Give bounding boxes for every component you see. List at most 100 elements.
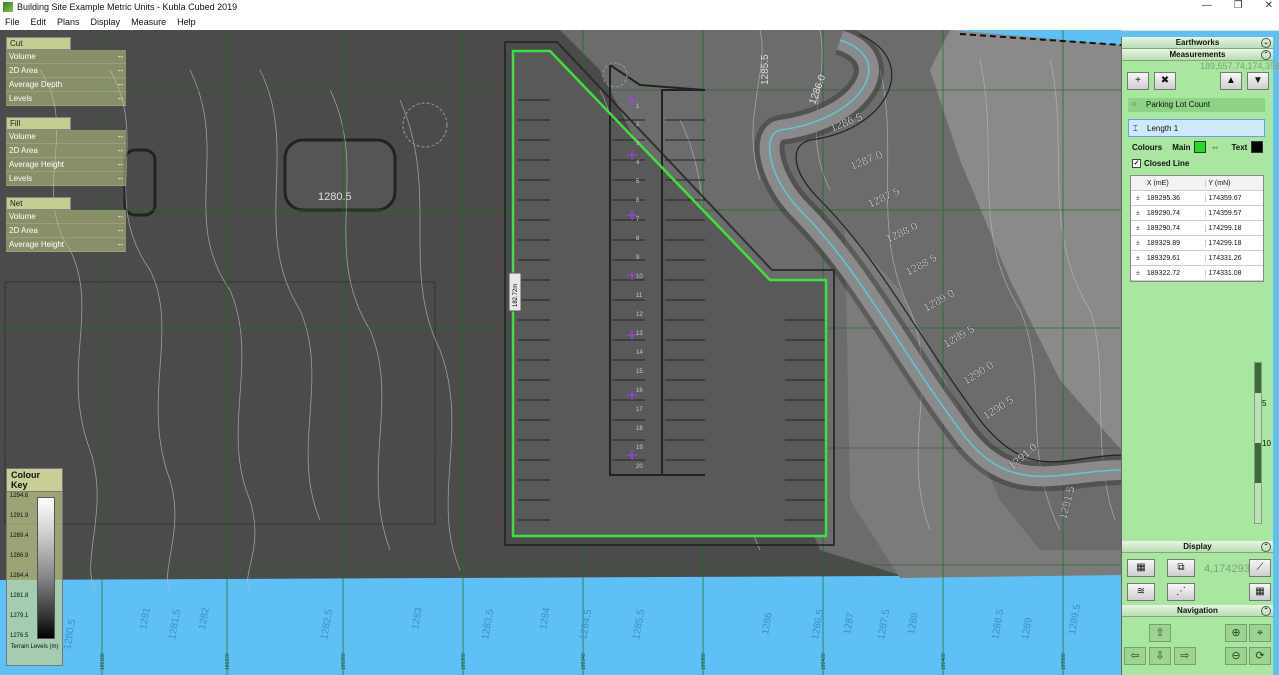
main-colour-swatch[interactable] [1194,141,1207,153]
colour-key-level: 1281.8 [10,593,29,599]
menu-plans[interactable]: Plans [57,17,80,27]
down-arrow-icon: ▼ [1253,75,1263,86]
site-map[interactable]: 1 2 3 4 5 6 7 8 9 10 11 12 13 14 15 16 1… [0,30,1121,675]
chevron-up-icon[interactable]: ⌃ [1261,50,1271,60]
svg-text:189340: 189340 [581,653,587,670]
earthworks-section-header[interactable]: Earthworks ⌄ [1122,37,1273,49]
table-row[interactable]: ±189290.74 174299.18 [1131,221,1263,236]
menu-file[interactable]: File [5,17,20,27]
svg-text:16: 16 [636,388,643,394]
top-coordinates-readout: 189,557.74,174,356.19 [1200,61,1279,71]
closed-line-label: Closed Line [1144,159,1190,168]
colour-key-footer: Terrain Levels (m) [10,644,59,650]
move-down-button[interactable]: ▼ [1247,72,1269,90]
restore-button[interactable]: ❐ [1234,0,1243,11]
table-row[interactable]: ±189290.74 174359.57 [1131,206,1263,221]
svg-text:18: 18 [636,426,643,432]
measurement-item-length-1[interactable]: ⌶ Length 1 [1128,119,1265,137]
pan-up-button[interactable]: ⇧ [1149,624,1171,642]
contour-display-button[interactable]: ≋ [1127,583,1155,601]
line-tool-button[interactable]: ⟋ [1249,559,1271,577]
menu-bar: File Edit Plans Display Measure Help [0,14,1279,31]
chevron-up-icon[interactable]: ⌃ [1261,542,1271,552]
pan-down-button[interactable]: ⇩ [1149,647,1171,665]
building-level-label: 1280.5 [318,191,352,203]
cut-volume-row: Volume -- [6,50,126,64]
link-icon[interactable]: ⇔ [1210,142,1219,152]
contour-icon: ≋ [1136,586,1146,597]
slider-thumb[interactable] [1255,363,1261,393]
delete-measurement-button[interactable]: ✖ [1154,72,1176,90]
fill-area-row: 2D Area -- [6,144,126,158]
menu-edit[interactable]: Edit [31,17,47,27]
pan-right-button[interactable]: ⇨ [1174,647,1196,665]
minimize-button[interactable]: — [1202,0,1212,11]
chevron-down-icon[interactable]: ⌄ [1261,38,1271,48]
row-handle-icon: ± [1136,254,1140,262]
cut-title: Cut [6,37,71,50]
grid-toggle-button[interactable]: ▦ [1249,583,1271,601]
zoom-in-button[interactable]: ⊕ [1225,624,1247,642]
svg-text:189220: 189220 [225,653,231,670]
menu-measure[interactable]: Measure [131,17,166,27]
map-viewport[interactable]: 1 2 3 4 5 6 7 8 9 10 11 12 13 14 15 16 1… [0,30,1121,675]
slider-range[interactable] [1255,443,1261,483]
fill-title: Fill [6,117,71,130]
right-arrow-icon: ⇨ [1180,650,1190,662]
zoom-out-icon: ⊖ [1231,650,1241,662]
add-measurement-button[interactable]: + [1127,72,1149,90]
table-row[interactable]: ±189295.36 174359.67 [1131,191,1263,206]
svg-text:12: 12 [636,312,643,318]
closed-line-checkbox[interactable]: ✓ [1132,159,1141,168]
measurement-length-label: 182.72m [513,284,519,307]
svg-text:19: 19 [636,445,643,451]
chevron-up-icon[interactable]: ⌃ [1261,606,1271,616]
slider-label: 5 [1262,399,1267,408]
bottom-coordinates-readout: 4,174293 [1204,563,1250,575]
close-button[interactable]: ✕ [1265,0,1273,11]
window-title: Building Site Example Metric Units - Kub… [17,2,238,12]
coordinates-table: X (mE) Y (mN) ±189295.36 174359.67 ±18929… [1130,175,1264,282]
row-handle-icon: ± [1136,239,1140,247]
plus-icon: + [1135,75,1141,86]
table-header: X (mE) Y (mN) [1131,176,1263,191]
zoom-extents-icon: ⌖ [1256,627,1264,639]
svg-text:189460: 189460 [941,653,947,670]
cut-levels-row: Levels -- [6,92,126,106]
zoom-extents-button[interactable]: ⌖ [1249,624,1271,642]
table-row[interactable]: ±189329.61 174331.26 [1131,251,1263,266]
terrain-display-button[interactable]: ▦ [1127,559,1155,577]
zoom-out-button[interactable]: ⊖ [1225,647,1247,665]
fill-height-row: Average Height -- [6,158,126,172]
svg-text:13: 13 [636,331,643,337]
colour-key-level: 1286.9 [10,553,29,559]
cut-depth-row: Average Depth -- [6,78,126,92]
rotate-view-button[interactable]: ⟳ [1249,647,1271,665]
svg-text:1285.5: 1285.5 [760,54,771,85]
slope-icon: ⋰ [1176,586,1186,597]
measurements-section-header[interactable]: Measurements ⌃ [1122,49,1273,61]
up-arrow-icon: ▲ [1226,75,1236,86]
table-row[interactable]: ±189329.89 174299.18 [1131,236,1263,251]
move-up-button[interactable]: ▲ [1220,72,1242,90]
layers-display-button[interactable]: ⧉ [1167,559,1195,577]
measurement-item-parking-lot-count[interactable]: ⁘ Parking Lot Count [1128,98,1265,112]
slope-display-button[interactable]: ⋰ [1167,583,1195,601]
text-colour-swatch[interactable] [1251,141,1264,153]
svg-text:10: 10 [636,274,643,280]
svg-text:11: 11 [636,293,643,299]
pan-left-button[interactable]: ⇦ [1124,647,1146,665]
closed-line-row[interactable]: ✓ Closed Line [1132,159,1189,168]
net-panel: Net Volume -- 2D Area -- Average Height -- [6,197,126,252]
menu-help[interactable]: Help [177,17,196,27]
menu-display[interactable]: Display [91,17,121,27]
navigation-section-header[interactable]: Navigation ⌃ [1122,605,1273,617]
row-handle-icon: ± [1136,224,1140,232]
display-section-header[interactable]: Display ⌃ [1122,541,1273,553]
vertical-slider[interactable] [1254,362,1262,524]
net-area-row: 2D Area -- [6,224,126,238]
line-icon: ⟋ [1256,562,1264,573]
table-row[interactable]: ±189322.72 174331.08 [1131,266,1263,281]
fill-panel: Fill Volume -- 2D Area -- Average Height --… [6,117,126,186]
svg-text:189380: 189380 [701,653,707,670]
